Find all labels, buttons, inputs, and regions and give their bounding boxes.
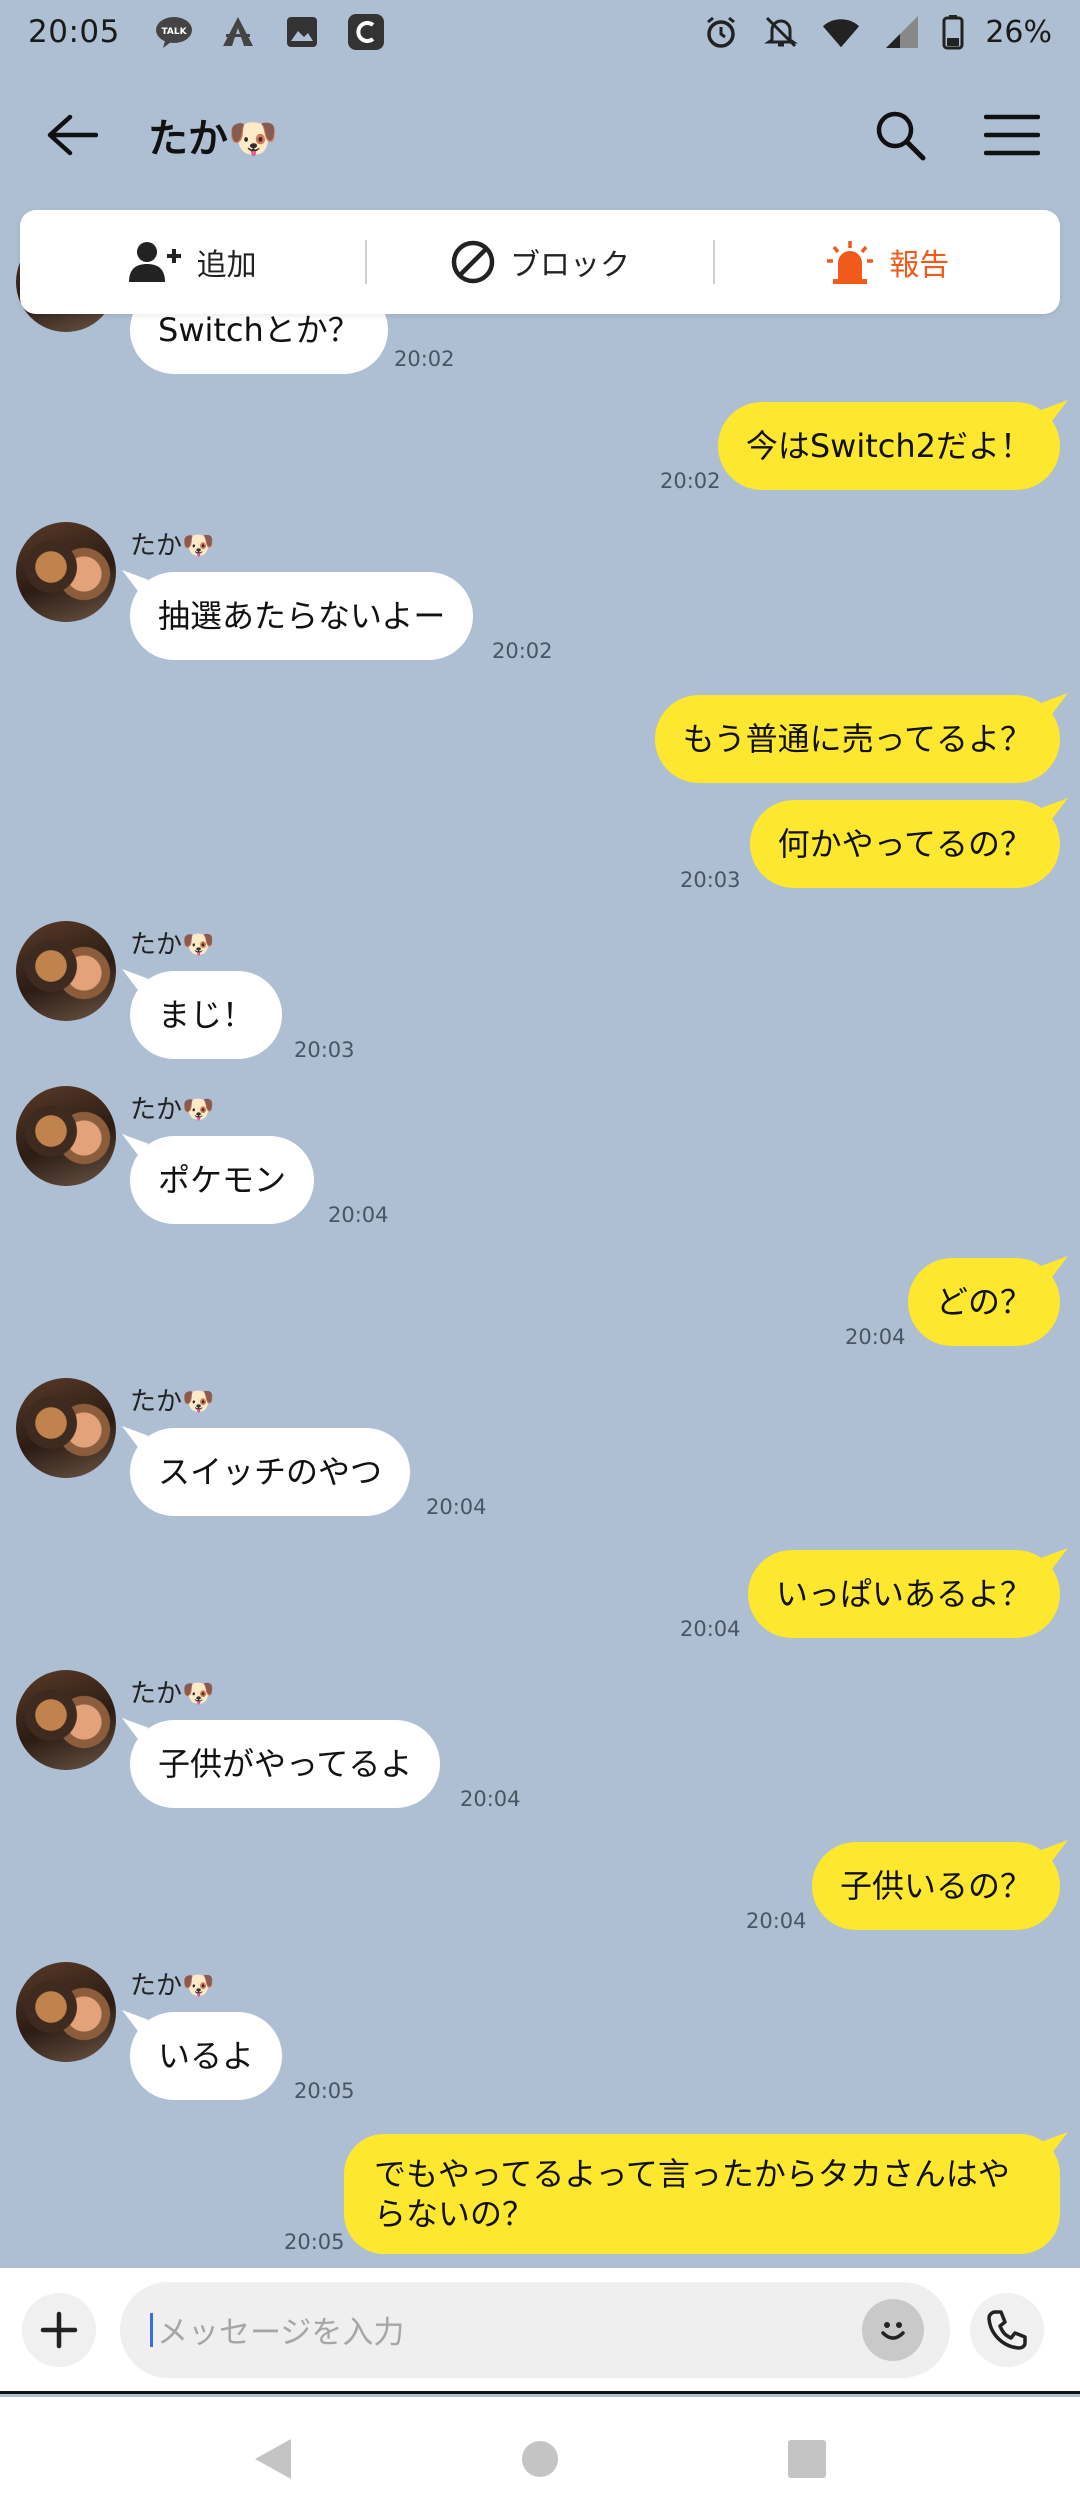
report-button[interactable]: 報告 [715, 210, 1060, 314]
tent-icon [218, 12, 258, 52]
avatar[interactable] [16, 1962, 116, 2062]
system-nav-bar [0, 2397, 1080, 2520]
message-input-bar: メッセージを入力 [0, 2268, 1080, 2394]
chat-title[interactable]: たか🐶 [148, 106, 278, 164]
status-time: 20:05 [28, 14, 120, 50]
avatar[interactable] [16, 1670, 116, 1770]
nav-recents-button[interactable] [777, 2429, 837, 2489]
text-cursor [150, 2312, 153, 2347]
siren-icon [827, 241, 874, 284]
nav-back-icon [255, 2438, 292, 2479]
message-bubble[interactable]: 子供いるの？ [811, 1842, 1060, 1930]
call-button[interactable] [970, 2292, 1044, 2367]
add-user-icon [128, 242, 181, 282]
phone-icon [987, 2309, 1027, 2350]
message-time: 20:05 [294, 2079, 355, 2103]
message-bubble[interactable]: ポケモン [130, 1136, 315, 1224]
search-button[interactable] [868, 103, 932, 167]
message-bubble[interactable]: 今はSwitch2だよ！ [717, 402, 1060, 490]
message-time: 20:04 [426, 1495, 487, 1519]
sender-name: たか🐶 [130, 1387, 215, 1417]
message-time: 20:02 [492, 639, 553, 663]
gallery-icon [282, 12, 322, 52]
add-friend-button[interactable]: 追加 [20, 210, 365, 314]
message-input[interactable]: メッセージを入力 [120, 2281, 950, 2378]
svg-text:TALK: TALK [161, 27, 187, 37]
message-input-placeholder: メッセージを入力 [157, 2315, 405, 2351]
message-bubble[interactable]: 何かやってるの？ [749, 800, 1060, 888]
sender-name: たか🐶 [130, 1971, 215, 2001]
message-bubble[interactable]: もう普通に売ってるよ？ [654, 695, 1060, 783]
signal-icon [881, 12, 921, 52]
message-bubble[interactable]: でもやってるよって言ったからタカさんはやらないの？ [344, 2134, 1060, 2254]
message-bubble[interactable]: いっぱいあるよ？ [747, 1550, 1060, 1638]
nav-home-icon [521, 2440, 558, 2477]
chat-header: たか🐶 [0, 64, 1080, 206]
message-time: 20:04 [460, 1787, 521, 1811]
emoji-button[interactable] [862, 2298, 924, 2361]
menu-button[interactable] [980, 103, 1044, 167]
nav-back-button[interactable] [243, 2429, 303, 2489]
sender-name: たか🐶 [130, 531, 215, 561]
message-time: 20:03 [294, 1038, 355, 1062]
add-friend-label: 追加 [196, 248, 257, 283]
message-time: 20:05 [284, 2230, 345, 2254]
back-button[interactable] [36, 99, 108, 171]
message-time: 20:04 [328, 1203, 389, 1227]
message-time: 20:04 [746, 1909, 807, 1933]
message-bubble[interactable]: いるよ [130, 2012, 283, 2100]
attach-button[interactable] [22, 2292, 96, 2367]
block-label: ブロック [509, 248, 630, 283]
message-bubble[interactable]: まじ！ [130, 971, 283, 1059]
emoji-smile-icon [881, 2321, 905, 2340]
nav-recents-icon [787, 2439, 826, 2478]
notification-off-icon [761, 12, 801, 52]
sender-name: たか🐶 [130, 1095, 215, 1125]
avatar[interactable] [16, 1378, 116, 1478]
block-icon [451, 240, 495, 284]
message-time: 20:04 [680, 1617, 741, 1641]
message-bubble[interactable]: スイッチのやつ [130, 1428, 411, 1516]
status-bar: 20:05 TALK 26% [0, 0, 1080, 64]
report-label: 報告 [889, 248, 950, 283]
chat-area[interactable]: Switchとか？ 20:02 今はSwitch2だよ！ 20:02 たか🐶 抽… [0, 0, 1080, 2268]
hamburger-menu-icon [984, 114, 1040, 156]
search-icon [876, 111, 926, 161]
alarm-icon [701, 12, 741, 52]
message-time: 20:02 [394, 347, 455, 371]
avatar[interactable] [16, 522, 116, 622]
avatar[interactable] [16, 921, 116, 1021]
avatar[interactable] [16, 1086, 116, 1186]
message-time: 20:02 [660, 469, 721, 493]
message-bubble[interactable]: どの？ [907, 1258, 1060, 1346]
c-app-icon [346, 12, 386, 52]
block-button[interactable]: ブロック [367, 210, 712, 314]
sender-name: たか🐶 [130, 930, 215, 960]
battery-percentage: 26% [985, 14, 1052, 50]
back-arrow-icon [47, 114, 98, 156]
sender-name: たか🐶 [130, 1679, 215, 1709]
line-talk-icon: TALK [154, 12, 194, 52]
message-time: 20:04 [845, 1325, 906, 1349]
message-time: 20:03 [680, 868, 741, 892]
message-bubble[interactable]: 子供がやってるよ [130, 1720, 441, 1808]
friend-action-bar: 追加 ブロック 報告 [20, 210, 1060, 314]
message-bubble[interactable]: 抽選あたらないよー [130, 572, 474, 660]
wifi-icon [821, 12, 861, 52]
nav-home-button[interactable] [510, 2429, 570, 2489]
battery-icon [941, 12, 965, 52]
plus-icon [40, 2311, 78, 2348]
